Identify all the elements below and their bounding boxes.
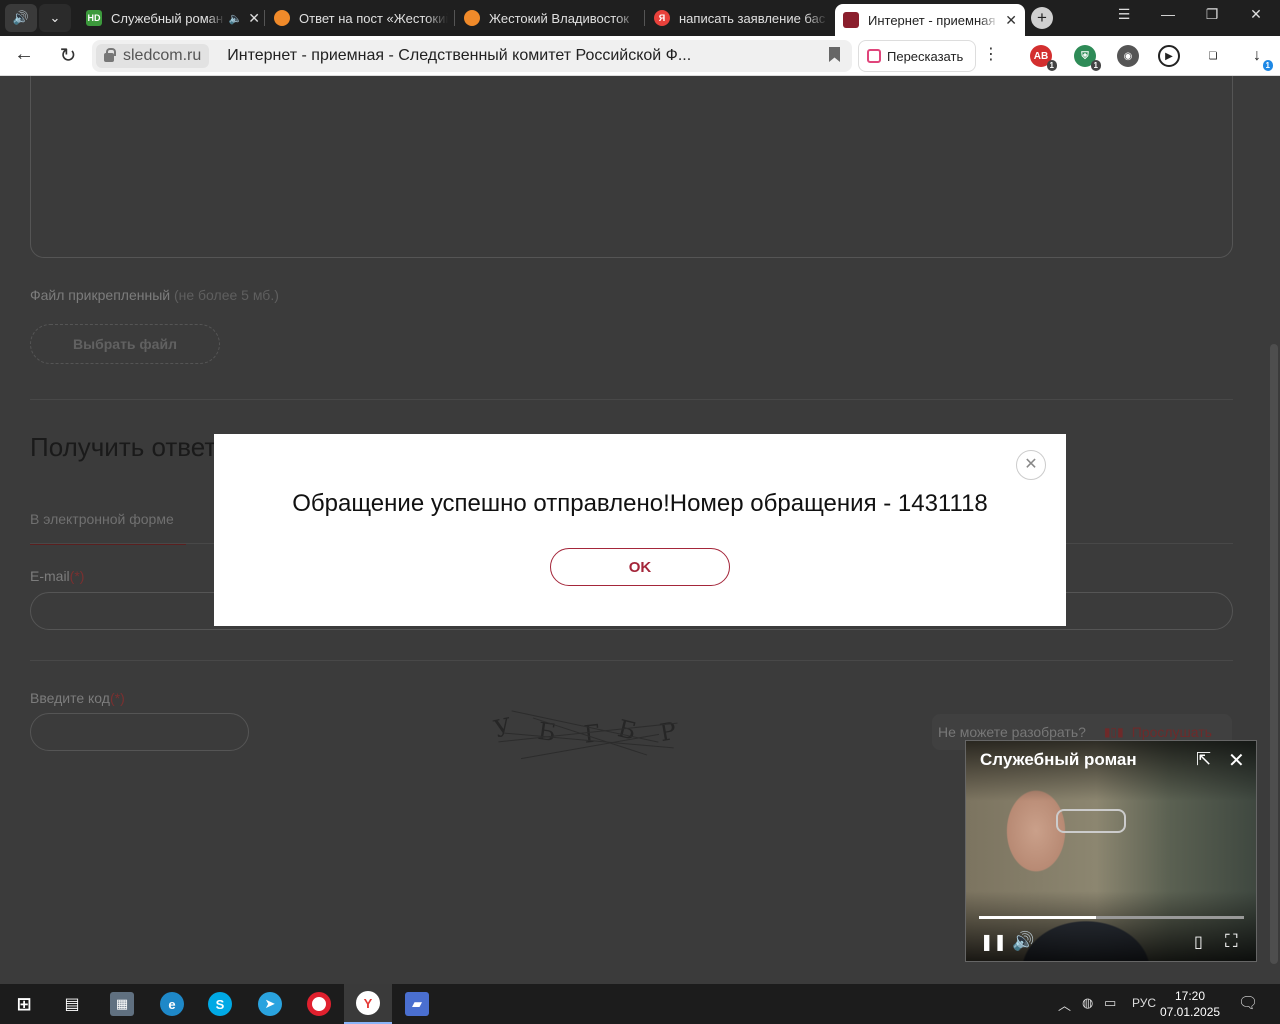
tab-sledcom-active[interactable]: Интернет - приемная ✕ <box>835 4 1025 36</box>
tab-pikabu-vladivostok[interactable]: Жестокий Владивосток <box>456 4 646 32</box>
omnibox[interactable]: sledcom.ru Интернет - приемная - Следств… <box>92 40 852 72</box>
minimize-icon[interactable]: — <box>1153 6 1183 22</box>
captcha-input[interactable] <box>30 713 249 751</box>
volume-icon[interactable]: 🔊 <box>1012 931 1034 952</box>
yandex-browser-icon: Y <box>356 991 380 1015</box>
show-hidden-icons-chevron-icon[interactable]: ︿ <box>1058 995 1071 1014</box>
windows-taskbar: ⊞ ▤ ▦ e S ➤ Y ▰ ︿ ◍ ▭ РУС 17:20 07.01.20… <box>0 984 1280 1024</box>
retell-icon <box>867 49 881 63</box>
network-icon[interactable]: ▭ <box>1104 995 1116 1011</box>
language-indicator[interactable]: РУС <box>1132 996 1156 1010</box>
telegram-button[interactable]: ➤ <box>246 984 294 1024</box>
yandex-icon: Я <box>654 10 670 26</box>
retell-button[interactable]: Пересказать <box>858 40 976 72</box>
bookmark-icon[interactable] <box>829 47 840 62</box>
pikabu-icon <box>464 10 480 26</box>
sledcom-icon <box>843 12 859 28</box>
notifications-icon[interactable]: 🗨 <box>1238 993 1258 1013</box>
message-textarea[interactable] <box>30 76 1233 258</box>
scrollbar-thumb[interactable] <box>1270 344 1278 964</box>
captcha-image: У Б Г Б Р <box>490 696 690 766</box>
close-window-icon[interactable]: ✕ <box>1241 6 1271 23</box>
edge-button[interactable]: e <box>148 984 196 1024</box>
divider <box>30 660 1233 661</box>
pip-title: Служебный роман <box>980 750 1137 769</box>
game-app-icon: ▰ <box>405 992 429 1016</box>
tab-strip: 🔊 ⌄ HD Служебный роман 🔈 ✕ Ответ на пост… <box>0 0 1280 36</box>
omnibox-page-title: Интернет - приемная - Следственный комит… <box>227 47 692 64</box>
tabs-menu-chevron-icon[interactable]: ⌄ <box>39 4 71 32</box>
picture-in-picture-video[interactable]: Служебный роман ⇱ ✕ ❚❚ 🔊 ▯ ⛶ <box>965 740 1257 962</box>
tab-sound-icon[interactable]: 🔈 <box>229 12 243 25</box>
start-button[interactable]: ⊞ <box>0 984 48 1024</box>
yandex-browser-button[interactable]: Y <box>344 984 392 1024</box>
telegram-icon: ➤ <box>258 992 282 1016</box>
tab-pikabu-answer[interactable]: Ответ на пост «Жестокий <box>266 4 456 32</box>
success-dialog: ✕ Обращение успешно отправлено!Номер обр… <box>214 434 1066 626</box>
video-frame <box>1056 809 1126 833</box>
speaker-icon[interactable]: 🔊 <box>5 4 37 32</box>
page-scrollbar[interactable] <box>1268 76 1280 984</box>
dialog-close-icon[interactable]: ✕ <box>1016 450 1046 480</box>
tab-sluzhebny-roman[interactable]: HD Служебный роман 🔈 ✕ <box>78 4 268 32</box>
file-label: Файл прикрепленный (не более 5 мб.) <box>30 287 279 303</box>
exit-pip-icon[interactable]: ⇱ <box>1196 749 1211 770</box>
reload-icon[interactable]: ↻ <box>55 43 81 68</box>
address-bar: ← ↻ sledcom.ru Интернет - приемная - Сле… <box>0 36 1280 76</box>
task-view-icon: ▤ <box>64 996 80 1013</box>
calculator-icon: ▦ <box>110 992 134 1016</box>
skype-icon: S <box>208 992 232 1016</box>
pip-progress-bar[interactable] <box>979 916 1244 919</box>
ok-button[interactable]: OK <box>550 548 730 586</box>
edge-icon: e <box>160 992 184 1016</box>
pause-icon[interactable]: ❚❚ <box>980 932 1007 952</box>
tab-electronic-form[interactable]: В электронной форме <box>30 511 174 527</box>
shield-icon[interactable]: ⛨ 1 <box>1074 45 1101 71</box>
tab-close-icon[interactable]: ✕ <box>1005 12 1017 29</box>
media-icon[interactable]: ▶ <box>1158 45 1180 67</box>
divider <box>30 399 1233 400</box>
browser-menu-icon[interactable]: ☰ <box>1109 6 1139 23</box>
back-arrow-icon[interactable]: ← <box>11 43 37 66</box>
task-view-button[interactable]: ▤ <box>48 984 96 1024</box>
hd-icon: HD <box>86 10 102 26</box>
windows-icon: ⊞ <box>16 993 32 1014</box>
pip-close-icon[interactable]: ✕ <box>1228 748 1245 773</box>
audio-icon[interactable]: ▮▯▮ <box>1104 725 1124 739</box>
meet-icon[interactable]: ◍ <box>1082 995 1093 1011</box>
choose-file-button[interactable]: Выбрать файл <box>30 324 220 364</box>
email-label: E-mail(*) <box>30 568 85 584</box>
bookmark-icon[interactable]: ▯ <box>1194 932 1203 952</box>
opera-button[interactable] <box>295 984 343 1024</box>
planet-icon[interactable]: ◉ <box>1117 45 1139 67</box>
fullscreen-icon[interactable]: ⛶ <box>1225 931 1238 952</box>
domain-chip[interactable]: sledcom.ru <box>96 44 210 68</box>
collections-icon[interactable]: ❏ <box>1202 45 1224 67</box>
new-tab-button[interactable]: + <box>1031 7 1053 29</box>
calculator-button[interactable]: ▦ <box>98 984 146 1024</box>
dialog-message: Обращение успешно отправлено!Номер обращ… <box>292 490 988 517</box>
restore-icon[interactable]: ❐ <box>1197 6 1227 23</box>
code-label: Введите код(*) <box>30 690 125 706</box>
skype-button[interactable]: S <box>196 984 244 1024</box>
downloads-icon[interactable]: ↓ 1 <box>1246 45 1273 71</box>
game-app-button[interactable]: ▰ <box>393 984 441 1024</box>
tab-close-icon[interactable]: ✕ <box>248 10 260 27</box>
pikabu-icon <box>274 10 290 26</box>
listen-link[interactable]: Прослушать <box>1132 724 1212 740</box>
clock[interactable]: 17:20 07.01.2025 <box>1160 988 1220 1020</box>
opera-icon <box>307 992 331 1016</box>
lock-icon <box>104 47 116 62</box>
tab-yandex-search[interactable]: Я написать заявление бас <box>646 4 836 32</box>
section-title: Получить ответ <box>30 432 217 462</box>
pip-progress-fill <box>979 916 1096 919</box>
more-options-icon[interactable]: ⋮ <box>983 44 999 64</box>
adblock-icon[interactable]: AB 1 <box>1030 45 1057 71</box>
